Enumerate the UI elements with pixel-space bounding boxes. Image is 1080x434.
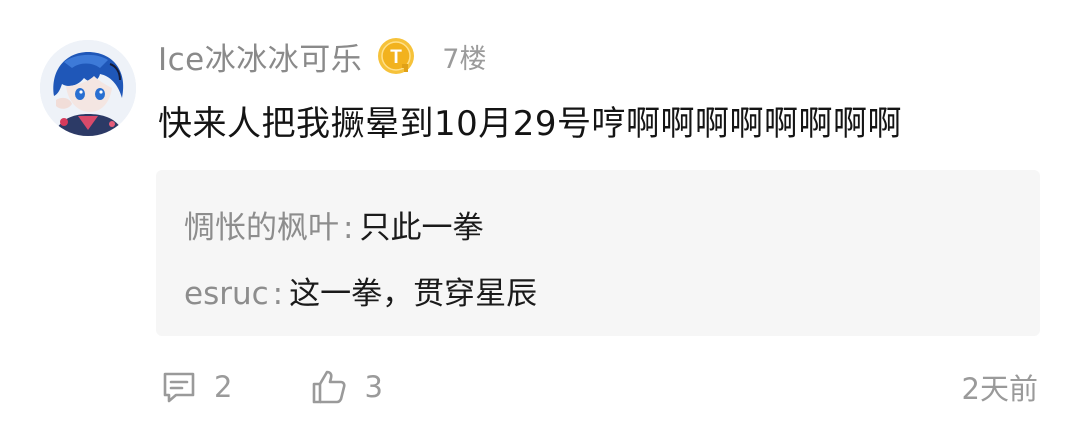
reply-author[interactable]: esruc bbox=[184, 276, 269, 312]
comment-timestamp: 2天前 bbox=[961, 372, 1038, 406]
reply-item[interactable]: esruc: 这一拳，贯穿星辰 bbox=[184, 268, 537, 313]
username[interactable]: Ice冰冰冰可乐 bbox=[158, 34, 362, 79]
comment-text: 快来人把我撅晕到10月29号哼啊啊啊啊啊啊啊啊 bbox=[158, 104, 903, 144]
comment-header: Ice冰冰冰可乐 T 7楼 bbox=[158, 32, 486, 80]
like-button[interactable]: 3 bbox=[310, 368, 383, 406]
floor-number: 7楼 bbox=[442, 43, 487, 75]
reply-count: 2 bbox=[214, 370, 233, 404]
level-badge-letter: T bbox=[390, 47, 402, 68]
thumbs-up-icon bbox=[313, 370, 346, 404]
avatar-image bbox=[40, 40, 136, 136]
user-avatar[interactable] bbox=[40, 40, 136, 136]
comment-actions: 2 3 bbox=[160, 364, 461, 410]
reply-text: 这一拳，贯穿星辰 bbox=[289, 276, 538, 312]
reply-item[interactable]: 惆怅的枫叶: 只此一拳 bbox=[184, 202, 483, 247]
comment-icon bbox=[163, 372, 195, 403]
reply-button[interactable]: 2 bbox=[160, 368, 232, 406]
reply-separator: : bbox=[272, 276, 284, 312]
like-count: 3 bbox=[364, 370, 383, 404]
level-badge-icon: T bbox=[378, 38, 415, 74]
comment-card: Ice冰冰冰可乐 T 7楼 快来人把我撅晕到10月29号哼啊啊啊啊啊啊啊啊 惆怅… bbox=[0, 0, 1080, 434]
reply-author[interactable]: 惆怅的枫叶 bbox=[184, 210, 339, 246]
reply-preview-box[interactable]: 惆怅的枫叶: 只此一拳 esruc: 这一拳，贯穿星辰 bbox=[156, 170, 1040, 336]
reply-separator: : bbox=[343, 210, 354, 246]
reply-text: 只此一拳 bbox=[359, 210, 484, 246]
